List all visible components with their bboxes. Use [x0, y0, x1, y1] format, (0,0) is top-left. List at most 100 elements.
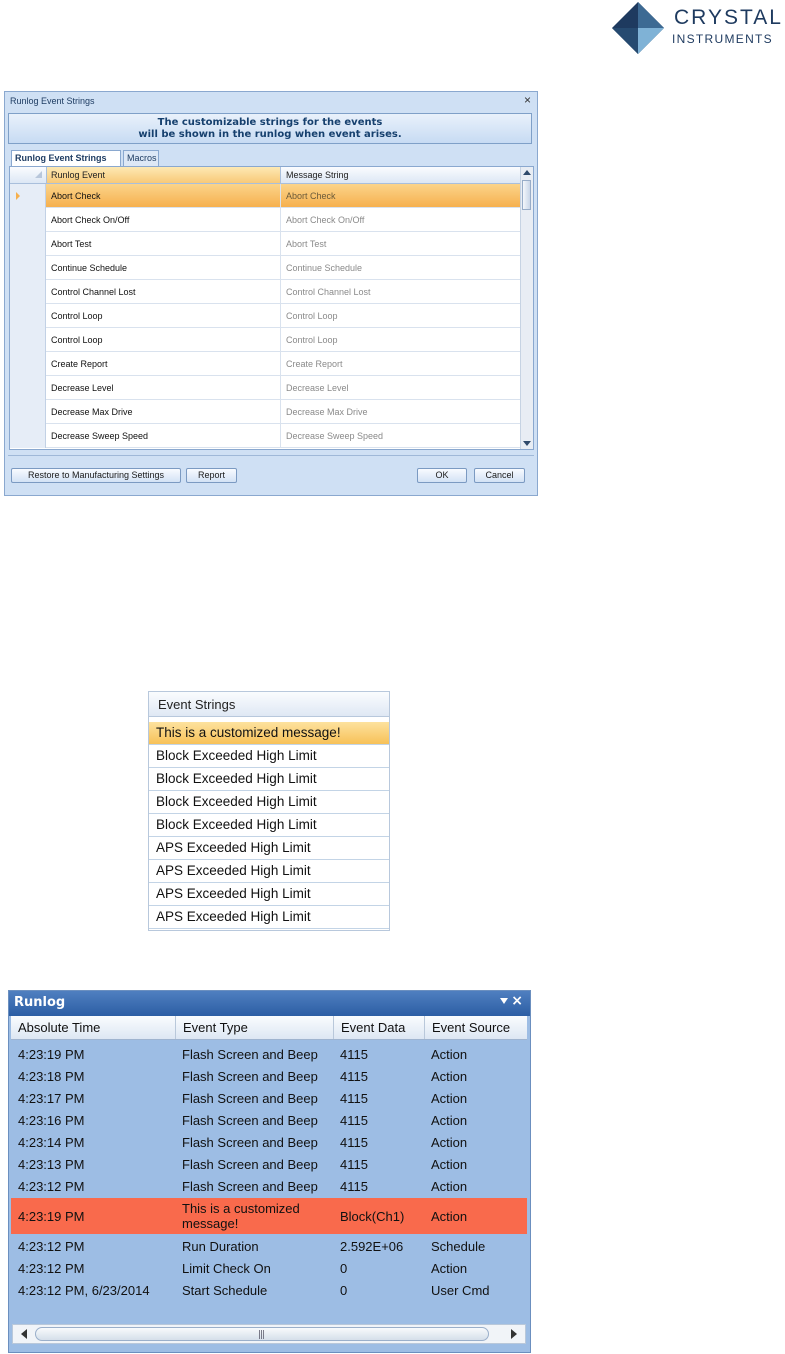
runlog-event-cell: Decrease Level [47, 376, 281, 399]
row-selector[interactable] [10, 256, 46, 280]
row-selector[interactable] [10, 424, 46, 448]
column-header-event-type[interactable]: Event Type [176, 1016, 334, 1039]
message-string-cell[interactable]: Decrease Max Drive [282, 400, 520, 423]
scroll-thumb[interactable] [522, 180, 531, 210]
table-row[interactable]: 4:23:12 PM Run Duration 2.592E+06 Schedu… [11, 1235, 527, 1257]
message-string-cell[interactable]: Control Loop [282, 328, 520, 351]
list-item[interactable]: Block Exceeded High Limit [149, 791, 389, 814]
list-item[interactable]: Block Exceeded High Limit [149, 745, 389, 768]
row-selector[interactable] [10, 304, 46, 328]
event-type-cell: Flash Screen and Beep [182, 1113, 318, 1128]
list-item[interactable]: This is a customized message! [149, 722, 389, 745]
row-selector[interactable] [10, 232, 46, 256]
table-row[interactable]: 4:23:12 PM Flash Screen and Beep 4115 Ac… [11, 1175, 527, 1197]
time-cell: 4:23:14 PM [18, 1135, 85, 1150]
row-selector[interactable] [10, 352, 46, 376]
event-source-cell: Action [431, 1113, 468, 1128]
runlog-event-cell: Abort Test [47, 232, 281, 255]
event-type-cell: Limit Check On [182, 1261, 271, 1276]
event-data-cell: 4115 [340, 1135, 368, 1150]
table-row[interactable]: Decrease Level Decrease Level [10, 376, 520, 400]
message-string-cell[interactable]: Create Report [282, 352, 520, 375]
column-header-absolute-time[interactable]: Absolute Time [11, 1016, 176, 1039]
event-type-cell: Flash Screen and Beep [182, 1179, 318, 1194]
column-header-message-string[interactable]: Message String [282, 167, 520, 183]
event-strings-grid: Runlog Event Message String Abort Check … [9, 166, 534, 450]
runlog-panel: Runlog × Absolute Time Event Type Event … [8, 990, 531, 1353]
table-row[interactable]: 4:23:12 PM Limit Check On 0 Action [11, 1257, 527, 1279]
row-selector[interactable] [10, 208, 46, 232]
table-row[interactable]: Decrease Max Drive Decrease Max Drive [10, 400, 520, 424]
event-source-cell: Action [431, 1261, 468, 1276]
dialog-title: Runlog Event Strings [10, 96, 95, 106]
event-strings-header[interactable]: Event Strings [149, 692, 389, 717]
list-item[interactable]: APS Exceeded High Limit [149, 883, 389, 906]
table-row[interactable]: Abort Test Abort Test [10, 232, 520, 256]
message-string-cell[interactable]: Continue Schedule [282, 256, 520, 279]
ok-button[interactable]: OK [417, 468, 467, 483]
dialog-close-icon[interactable]: × [524, 93, 531, 107]
scroll-down-arrow-icon[interactable] [523, 441, 531, 446]
list-item[interactable]: Block Exceeded High Limit [149, 814, 389, 837]
table-row[interactable]: Abort Check On/Off Abort Check On/Off [10, 208, 520, 232]
current-row-arrow-icon [16, 192, 20, 200]
restore-manufacturing-settings-button[interactable]: Restore to Manufacturing Settings [11, 468, 181, 483]
message-string-cell[interactable]: Decrease Sweep Speed [282, 424, 520, 447]
scroll-up-arrow-icon[interactable] [523, 170, 531, 175]
time-cell: 4:23:12 PM [18, 1261, 85, 1276]
table-row[interactable]: Abort Check Abort Check [10, 184, 520, 208]
message-string-cell[interactable]: Abort Check On/Off [282, 208, 520, 231]
runlog-event-cell: Abort Check On/Off [47, 208, 281, 231]
tab-runlog-event-strings[interactable]: Runlog Event Strings [11, 150, 121, 166]
table-row[interactable]: 4:23:13 PM Flash Screen and Beep 4115 Ac… [11, 1153, 527, 1175]
table-row[interactable]: 4:23:12 PM, 6/23/2014 Start Schedule 0 U… [11, 1279, 527, 1301]
table-row[interactable]: Control Loop Control Loop [10, 304, 520, 328]
row-selector[interactable] [10, 328, 46, 352]
table-row[interactable]: 4:23:17 PM Flash Screen and Beep 4115 Ac… [11, 1087, 527, 1109]
table-row[interactable]: 4:23:18 PM Flash Screen and Beep 4115 Ac… [11, 1065, 527, 1087]
table-row[interactable]: 4:23:16 PM Flash Screen and Beep 4115 Ac… [11, 1109, 527, 1131]
table-row[interactable]: 4:23:14 PM Flash Screen and Beep 4115 Ac… [11, 1131, 527, 1153]
table-row[interactable]: Control Loop Control Loop [10, 328, 520, 352]
message-string-cell[interactable]: Abort Test [282, 232, 520, 255]
message-string-cell[interactable]: Control Channel Lost [282, 280, 520, 303]
panel-menu-dropdown-icon[interactable] [500, 998, 508, 1004]
column-header-event-source[interactable]: Event Source [425, 1016, 527, 1039]
time-cell: 4:23:17 PM [18, 1091, 85, 1106]
runlog-event-cell: Control Loop [47, 328, 281, 351]
table-row[interactable]: Continue Schedule Continue Schedule [10, 256, 520, 280]
cancel-button[interactable]: Cancel [474, 468, 525, 483]
column-header-event-data[interactable]: Event Data [334, 1016, 425, 1039]
report-button[interactable]: Report [186, 468, 237, 483]
grid-select-all-corner[interactable] [10, 167, 47, 183]
grid-vertical-scrollbar[interactable] [520, 167, 533, 449]
table-row[interactable]: 4:23:19 PM Flash Screen and Beep 4115 Ac… [11, 1043, 527, 1065]
scroll-grip-icon: ||| [258, 1330, 265, 1340]
table-row[interactable]: Control Channel Lost Control Channel Los… [10, 280, 520, 304]
list-item[interactable]: APS Exceeded High Limit [149, 860, 389, 883]
event-source-cell: Schedule [431, 1239, 486, 1254]
event-source-cell: Action [431, 1135, 468, 1150]
scroll-left-arrow-icon[interactable] [21, 1329, 27, 1339]
highlighted-table-row[interactable]: 4:23:19 PM This is a customized message!… [11, 1198, 527, 1234]
event-source-cell: Action [431, 1209, 468, 1224]
message-string-cell[interactable]: Decrease Level [282, 376, 520, 399]
table-row[interactable]: Decrease Sweep Speed Decrease Sweep Spee… [10, 424, 520, 448]
row-selector[interactable] [10, 376, 46, 400]
message-string-cell[interactable]: Control Loop [282, 304, 520, 327]
runlog-event-cell: Create Report [47, 352, 281, 375]
row-selector[interactable] [10, 280, 46, 304]
panel-close-icon[interactable]: × [511, 993, 523, 1009]
tab-macros[interactable]: Macros [123, 150, 159, 166]
list-item[interactable]: APS Exceeded High Limit [149, 837, 389, 860]
scroll-thumb[interactable]: ||| [35, 1327, 489, 1341]
message-string-cell[interactable]: Abort Check [282, 184, 520, 207]
list-item[interactable]: Block Exceeded High Limit [149, 768, 389, 791]
table-row[interactable]: Create Report Create Report [10, 352, 520, 376]
list-item[interactable]: APS Exceeded High Limit [149, 906, 389, 929]
runlog-horizontal-scrollbar[interactable]: ||| [12, 1324, 526, 1344]
row-selector[interactable] [10, 184, 46, 208]
column-header-runlog-event[interactable]: Runlog Event [47, 167, 281, 183]
row-selector[interactable] [10, 400, 46, 424]
scroll-right-arrow-icon[interactable] [511, 1329, 517, 1339]
